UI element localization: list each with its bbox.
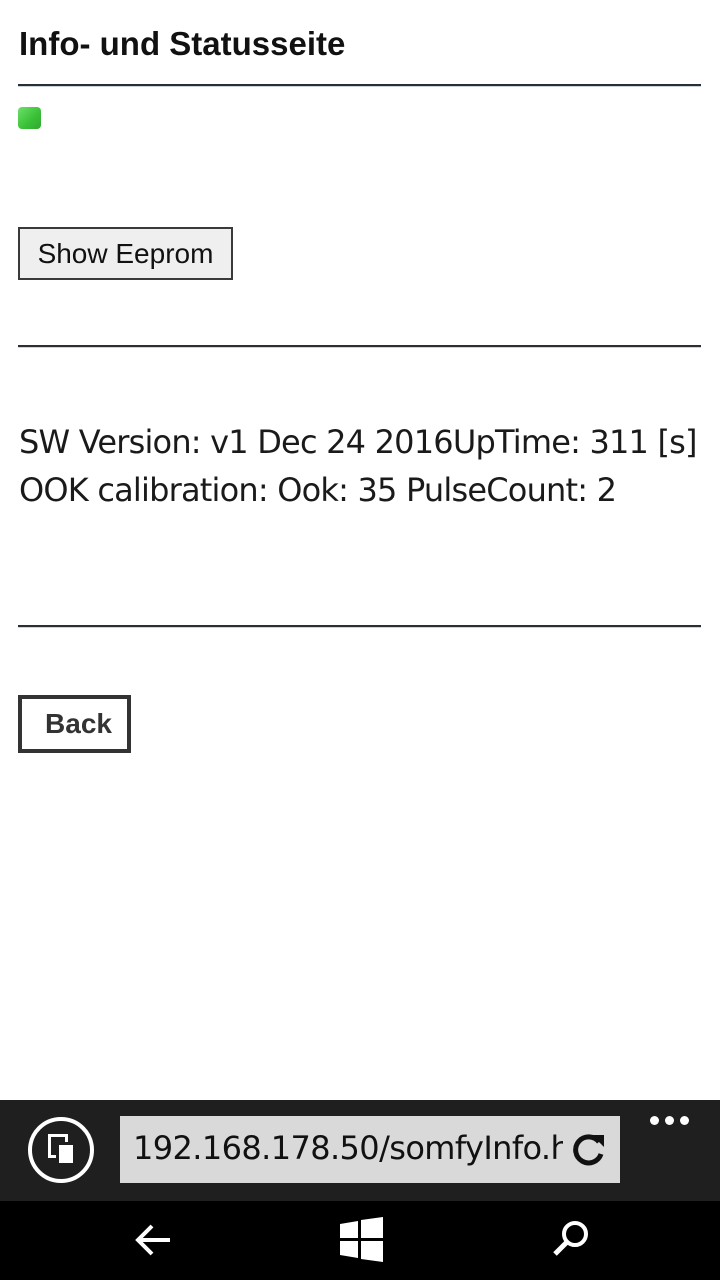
page-title: Info- und Statusseite (19, 25, 346, 62)
tabs-icon[interactable] (28, 1117, 94, 1183)
status-indicator (18, 107, 41, 129)
web-page: Info- und Statusseite Show Eeprom SW Ver… (0, 0, 720, 1100)
info-status-text: SW Version: v1 Dec 24 2016UpTime: 311 [s… (19, 423, 698, 509)
browser-toolbar: 192.168.178.50/somfyInfo.htm (0, 1100, 720, 1201)
divider-bottom (18, 625, 701, 628)
show-eeprom-button[interactable]: Show Eeprom (18, 227, 233, 280)
system-nav-bar (0, 1201, 720, 1280)
search-icon[interactable] (551, 1219, 591, 1259)
divider-middle (18, 345, 701, 348)
address-url[interactable]: 192.168.178.50/somfyInfo.htm (133, 1126, 563, 1170)
divider-top (18, 84, 701, 87)
back-button[interactable]: Back (18, 695, 131, 753)
more-icon[interactable] (646, 1114, 692, 1128)
address-bar[interactable]: 192.168.178.50/somfyInfo.htm (120, 1116, 620, 1183)
back-arrow-icon[interactable] (132, 1219, 174, 1261)
windows-icon[interactable] (339, 1217, 384, 1262)
refresh-icon[interactable] (568, 1130, 608, 1170)
